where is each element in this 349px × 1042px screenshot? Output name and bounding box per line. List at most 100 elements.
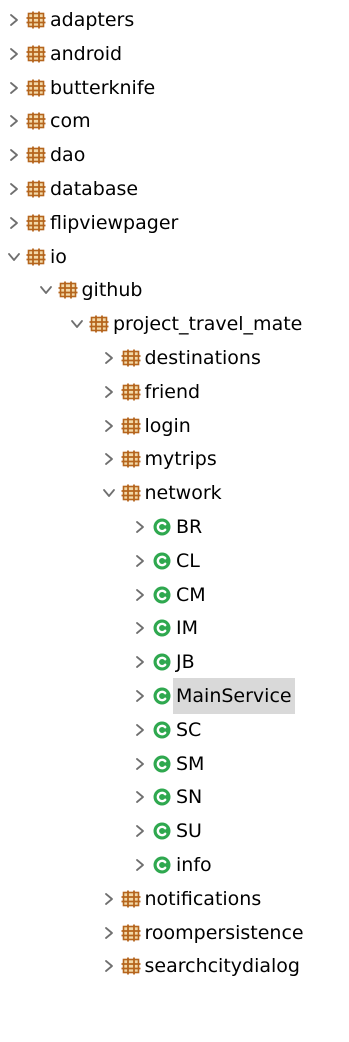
chevron-right-icon[interactable]: [99, 915, 119, 951]
tree-item[interactable]: database: [0, 171, 349, 207]
class-icon: [152, 517, 172, 537]
package-icon: [121, 416, 141, 436]
tree-item[interactable]: destinations: [0, 340, 349, 376]
tree-item-label: network: [144, 482, 222, 505]
tree-item[interactable]: butterknife: [0, 70, 349, 106]
package-icon: [121, 889, 141, 909]
tree-item-label: notifications: [144, 887, 262, 910]
tree-item-label: database: [50, 178, 139, 200]
tree-item-label: io: [50, 245, 67, 268]
chevron-right-icon[interactable]: [130, 779, 150, 815]
tree-item-label: CM: [176, 583, 206, 606]
tree-item[interactable]: MainService: [0, 678, 349, 714]
tree-item-label: IM: [176, 617, 198, 640]
tree-item[interactable]: notifications: [0, 881, 349, 917]
tree-item[interactable]: adapters: [0, 2, 349, 38]
tree-item[interactable]: github: [0, 272, 349, 308]
tree-item-label: adapters: [50, 9, 135, 31]
tree-item[interactable]: login: [0, 408, 349, 444]
class-icon: [152, 585, 172, 605]
tree-item-label: com: [50, 110, 91, 133]
tree-item-label: SN: [176, 786, 203, 809]
chevron-right-icon[interactable]: [99, 340, 119, 376]
tree-item-label: JB: [176, 651, 195, 674]
tree-item[interactable]: IM: [0, 610, 349, 646]
chevron-right-icon[interactable]: [130, 610, 150, 646]
chevron-right-icon[interactable]: [130, 746, 150, 782]
chevron-right-icon[interactable]: [130, 712, 150, 748]
chevron-down-icon[interactable]: [36, 272, 56, 308]
tree-item-label: MainService: [173, 678, 295, 714]
chevron-down-icon[interactable]: [4, 239, 24, 275]
package-icon: [58, 280, 78, 300]
chevron-right-icon[interactable]: [4, 137, 24, 173]
chevron-right-icon[interactable]: [99, 408, 119, 444]
tree-item[interactable]: network: [0, 475, 349, 511]
package-icon: [121, 449, 141, 469]
tree-item[interactable]: com: [0, 103, 349, 139]
tree-item-label: SC: [176, 718, 202, 741]
package-icon: [26, 247, 46, 267]
class-icon: [152, 618, 172, 638]
tree-item[interactable]: SU: [0, 813, 349, 849]
package-icon: [26, 78, 46, 98]
package-icon: [26, 179, 46, 199]
tree-item[interactable]: io: [0, 239, 349, 275]
chevron-right-icon[interactable]: [99, 881, 119, 917]
chevron-down-icon[interactable]: [67, 306, 87, 342]
tree-item-label: searchcitydialog: [144, 955, 300, 978]
tree-item[interactable]: BR: [0, 509, 349, 545]
chevron-right-icon[interactable]: [130, 644, 150, 680]
class-icon: [152, 754, 172, 774]
tree-item[interactable]: SM: [0, 746, 349, 782]
tree-item[interactable]: info: [0, 847, 349, 883]
chevron-right-icon[interactable]: [130, 543, 150, 579]
chevron-right-icon[interactable]: [4, 36, 24, 72]
tree-item[interactable]: searchcitydialog: [0, 948, 349, 984]
chevron-right-icon[interactable]: [4, 205, 24, 241]
tree-item[interactable]: SN: [0, 779, 349, 815]
chevron-right-icon[interactable]: [130, 509, 150, 545]
chevron-right-icon[interactable]: [99, 441, 119, 477]
chevron-right-icon[interactable]: [99, 948, 119, 984]
tree-item[interactable]: CM: [0, 577, 349, 613]
tree-item[interactable]: roompersistence: [0, 915, 349, 951]
chevron-right-icon[interactable]: [4, 103, 24, 139]
class-icon: [152, 652, 172, 672]
chevron-down-icon[interactable]: [99, 475, 119, 511]
chevron-right-icon[interactable]: [4, 2, 24, 38]
tree-item[interactable]: flipviewpager: [0, 205, 349, 241]
package-icon: [26, 44, 46, 64]
tree-item-label: SM: [176, 752, 205, 775]
tree-item[interactable]: SC: [0, 712, 349, 748]
tree-item[interactable]: CL: [0, 543, 349, 579]
class-icon: [152, 686, 172, 706]
tree-item[interactable]: android: [0, 36, 349, 72]
tree-item-label: project_travel_mate: [113, 313, 303, 336]
tree-item[interactable]: project_travel_mate: [0, 306, 349, 342]
chevron-right-icon[interactable]: [99, 374, 119, 410]
tree-item-label: mytrips: [144, 448, 217, 471]
tree-item-label: github: [81, 279, 143, 302]
chevron-right-icon[interactable]: [4, 70, 24, 106]
tree-item[interactable]: JB: [0, 644, 349, 680]
tree-item[interactable]: friend: [0, 374, 349, 410]
tree-item[interactable]: dao: [0, 137, 349, 173]
chevron-right-icon[interactable]: [130, 847, 150, 883]
tree-item-label: BR: [176, 516, 203, 538]
tree-item-label: flipviewpager: [50, 211, 179, 234]
chevron-right-icon[interactable]: [130, 678, 150, 714]
chevron-right-icon[interactable]: [4, 171, 24, 207]
tree-item-label: destinations: [144, 347, 261, 369]
tree-item-label: CL: [176, 549, 200, 572]
package-icon: [121, 348, 141, 368]
tree-item[interactable]: mytrips: [0, 441, 349, 477]
class-icon: [152, 720, 172, 740]
chevron-right-icon[interactable]: [130, 813, 150, 849]
class-icon: [152, 551, 172, 571]
chevron-right-icon[interactable]: [130, 577, 150, 613]
package-icon: [26, 145, 46, 165]
package-icon: [26, 10, 46, 30]
tree-item-label: SU: [176, 820, 202, 843]
tree-item-label: butterknife: [50, 76, 156, 99]
